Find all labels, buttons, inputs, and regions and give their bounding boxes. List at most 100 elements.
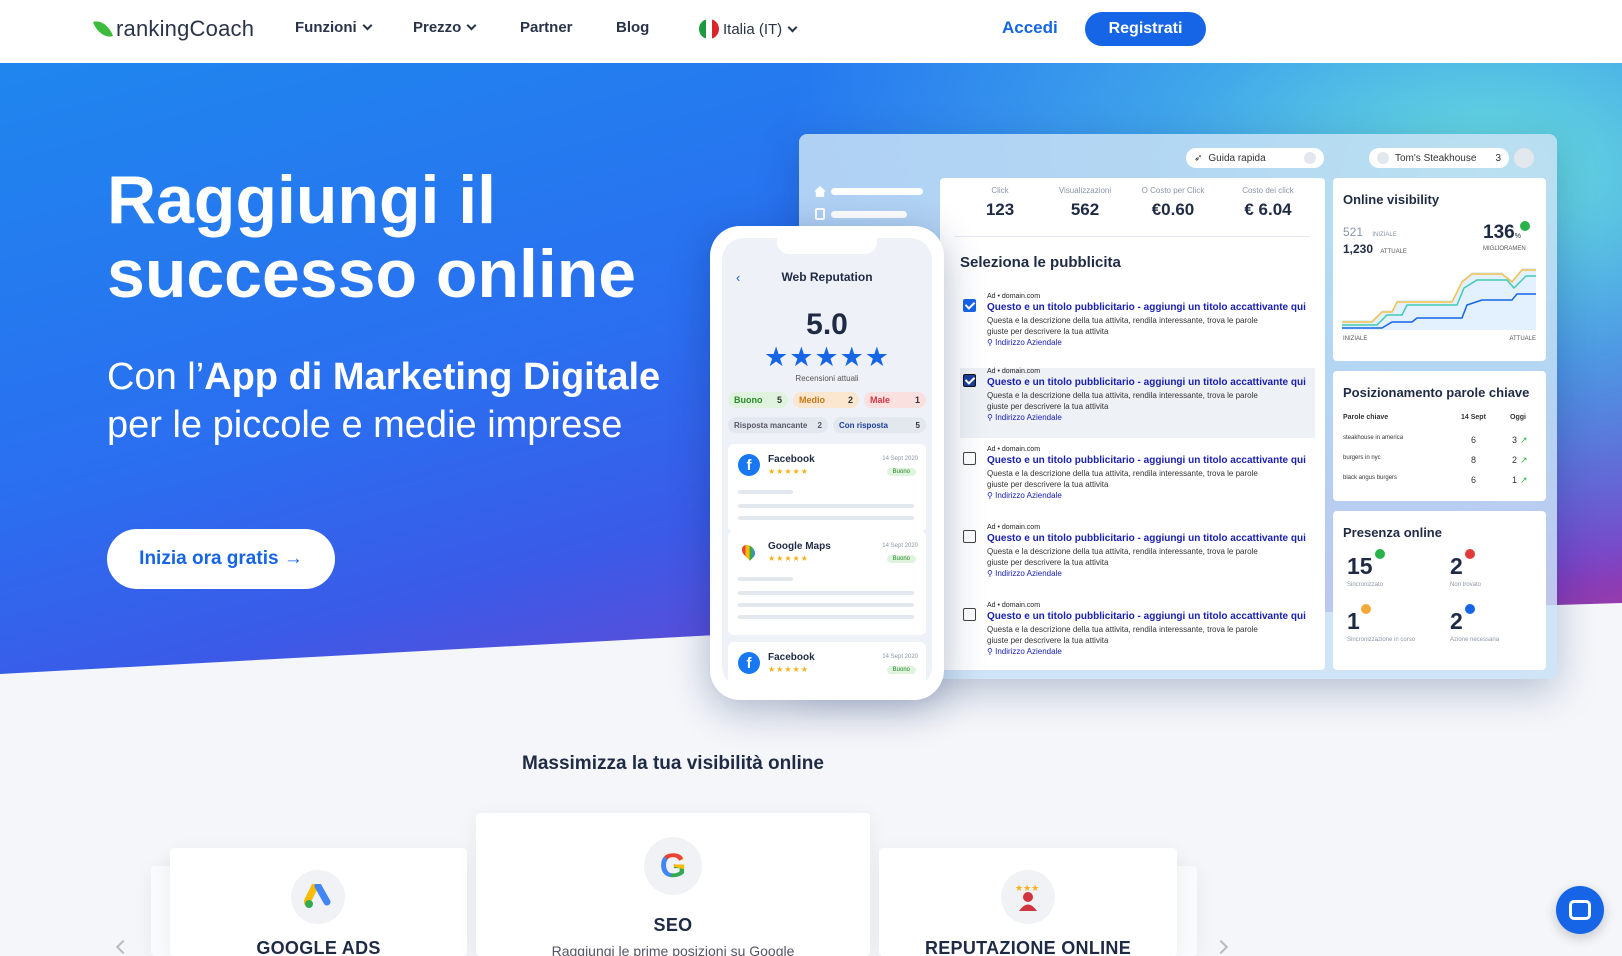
presence-label: Sincronizzazione in corso [1347, 637, 1416, 643]
chip-medium[interactable]: Medio 2 [793, 392, 859, 408]
ad-description: Questa e la descrizione della tua attivi… [987, 469, 1258, 489]
stat-label: Click [991, 186, 1009, 195]
facebook-icon: f [738, 652, 760, 674]
rating-score: 5.0 [806, 308, 848, 341]
ad-text: Ad • domain.com Questo e un titolo pubbl… [987, 524, 1312, 578]
rank-now: 1 [1512, 475, 1518, 485]
ad-description: Questa e la descrizione della tua attivi… [987, 547, 1258, 567]
chip-good[interactable]: Buono 5 [728, 392, 788, 408]
nav-item-funzioni[interactable]: Funzioni [295, 19, 373, 36]
ad-item[interactable]: Ad • domain.com Questo e un titolo pubbl… [960, 446, 1315, 516]
current-metric: 1,230 ATTUALE [1343, 242, 1407, 256]
ad-title: Questo e un titolo pubblicitario - aggiu… [987, 377, 1306, 388]
login-link[interactable]: Accedi [1002, 18, 1058, 38]
rank-now: 3 [1512, 435, 1518, 445]
ad-address-text: Indirizzo Aziendale [995, 647, 1062, 656]
panel-title: Presenza online [1343, 525, 1442, 540]
ad-title: Questo e un titolo pubblicitario - aggiu… [987, 455, 1306, 466]
review-card[interactable]: Google Maps ★★★★★ 14 Sept 2020 Buono [728, 531, 926, 635]
italy-flag-icon [699, 19, 719, 39]
quick-guide-pill[interactable]: ➶ Guida rapida [1186, 148, 1324, 168]
carousel-next-button[interactable] [1213, 939, 1229, 955]
register-button[interactable]: Registrati [1085, 12, 1206, 46]
chip-count: 2 [817, 420, 822, 430]
checkbox[interactable] [963, 452, 976, 465]
card-seo[interactable]: G SEO Raggiungi le prime posizioni su Go… [476, 813, 870, 956]
nav-item-blog[interactable]: Blog [616, 19, 649, 36]
ad-title: Questo e un titolo pubblicitario - aggiu… [987, 533, 1306, 544]
rank-before: 6 [1471, 435, 1477, 445]
stat-value: €0.60 [1151, 200, 1195, 219]
ad-address: ⚲ Indirizzo Aziendale [987, 569, 1062, 578]
ad-text: Ad • domain.com Questo e un titolo pubbl… [987, 293, 1312, 347]
top-navigation: rankingCoach Funzioni Prezzo Partner Blo… [0, 0, 1622, 63]
presence-syncing: 1 Sincronizzazione in corso [1347, 608, 1415, 643]
stat-label: O Costo per Click [1141, 186, 1205, 195]
review-stars: ★★★★★ [768, 467, 809, 476]
chip-count: 5 [915, 420, 920, 430]
home-icon[interactable] [814, 186, 826, 197]
ad-text: Ad • domain.com Questo e un titolo pubbl… [987, 446, 1312, 500]
review-card[interactable]: f Facebook ★★★★★ 14 Sept 2020 Buono [728, 642, 926, 688]
google-icon: G [644, 837, 702, 895]
text-placeholder [738, 591, 914, 595]
nav-item-partner[interactable]: Partner [520, 19, 573, 36]
chip-label: Male [870, 395, 891, 405]
ad-domain: Ad • domain.com [987, 446, 1041, 453]
checkbox-checked[interactable] [963, 299, 976, 312]
improvement-metric: 136% [1483, 222, 1521, 244]
presence-label: Non trovato [1450, 582, 1482, 588]
card-description: Raggiungi le prime posizioni su Google [551, 943, 795, 956]
ad-address-text: Indirizzo Aziendale [995, 569, 1062, 578]
card-reputation[interactable]: ★★★ REPUTAZIONE ONLINE [879, 848, 1177, 956]
review-card[interactable]: f Facebook ★★★★★ 14 Sept 2020 Buono [728, 444, 926, 532]
error-icon [1465, 549, 1475, 559]
carousel-prev-button[interactable] [115, 939, 131, 955]
ad-domain: Ad • domain.com [987, 293, 1041, 300]
ad-item[interactable]: Ad • domain.com Questo e un titolo pubbl… [960, 602, 1315, 670]
rating-caption: Recensioni attuali [795, 374, 859, 383]
language-selector[interactable]: Italia (IT) [699, 19, 798, 39]
ad-address-text: Indirizzo Aziendale [995, 491, 1062, 500]
logo[interactable]: rankingCoach [93, 16, 254, 42]
rank-before: 8 [1471, 455, 1477, 465]
checkbox-checked[interactable] [963, 374, 976, 387]
start-free-button[interactable]: Inizia ora gratis → [107, 529, 335, 589]
keyword-cell: black angus burgers [1343, 475, 1398, 481]
chip-missing-reply[interactable]: Risposta mancante 2 [728, 417, 828, 433]
card-title: SEO [653, 915, 693, 935]
chip-bad[interactable]: Male 1 [864, 392, 926, 408]
chat-icon [1569, 900, 1591, 920]
stat-value: 123 [985, 200, 1015, 219]
text-placeholder [738, 603, 914, 607]
ad-item[interactable]: Ad • domain.com Questo e un titolo pubbl… [960, 524, 1315, 594]
ad-item[interactable]: Ad • domain.com Questo e un titolo pubbl… [960, 293, 1315, 363]
check-icon [1375, 549, 1385, 559]
list-icon[interactable] [815, 208, 825, 220]
chat-button[interactable] [1556, 886, 1604, 934]
card-google-ads[interactable]: GOOGLE ADS [170, 848, 467, 956]
current-value: 1,230 [1343, 242, 1374, 256]
nav-item-prezzo[interactable]: Prezzo [413, 19, 477, 36]
arrow-up-icon: ↗ [1520, 435, 1528, 445]
hero-subtitle: Con l’App di Marketing Digitale per le p… [107, 353, 667, 449]
account-selector[interactable]: Tom's Steakhouse 3 [1369, 148, 1509, 168]
text-placeholder [738, 490, 793, 494]
axis-start-label: INIZIALE [1343, 336, 1368, 342]
review-stars: ★★★★★ [768, 665, 809, 674]
ad-description: Questa e la descrizione della tua attivi… [987, 625, 1258, 645]
select-ads-title: Seleziona le pubblicita [960, 254, 1121, 271]
chevron-down-icon [362, 20, 373, 31]
ad-item[interactable]: Ad • domain.com Questo e un titolo pubbl… [960, 368, 1315, 438]
sidebar-item[interactable] [831, 188, 923, 195]
ads-panel: Click 123 Visualizzazioni 562 O Costo per … [940, 178, 1325, 670]
checkbox[interactable] [963, 608, 976, 621]
checkbox[interactable] [963, 530, 976, 543]
ad-title: Questo e un titolo pubblicitario - aggiu… [987, 611, 1306, 622]
nav-label: Prezzo [413, 19, 462, 36]
panel-title: Online visibility [1343, 192, 1440, 207]
avatar[interactable] [1514, 148, 1534, 168]
text-placeholder [738, 516, 914, 520]
sidebar-item[interactable] [831, 211, 907, 218]
chip-with-reply[interactable]: Con risposta 5 [833, 417, 926, 433]
